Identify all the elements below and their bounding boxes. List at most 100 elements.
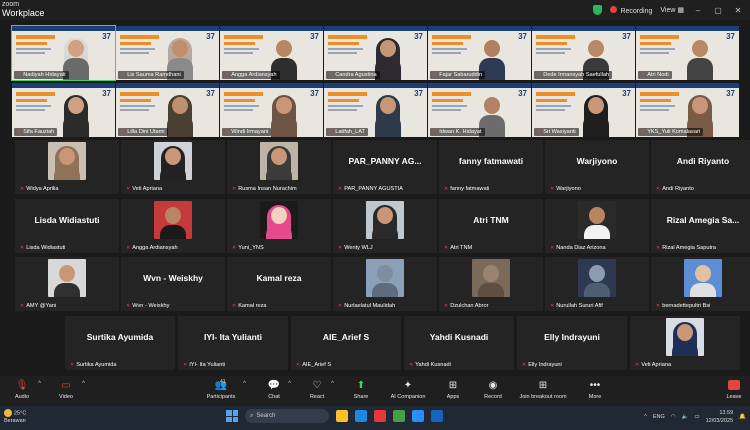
participant-tile[interactable]: 37 ✕ Lis Sauma Ramdhani: [116, 26, 219, 80]
participant-tile[interactable]: 37 ✕ Sri Wasiyanti: [532, 83, 635, 137]
participant-name-label: ✕ Wenty WLJ: [335, 244, 376, 252]
participant-tile[interactable]: Yahdi Kusnadi ✕ Yahdi Kusnadi: [404, 316, 514, 370]
apps-button[interactable]: ⊞ Apps: [443, 378, 463, 404]
participant-tile[interactable]: Atri TNM ✕ Atri TNM: [439, 199, 543, 253]
participant-tile[interactable]: Wvn - Weiskhy ✕ Wvn - Weiskhy: [121, 257, 225, 311]
apps-icon: ⊞: [448, 380, 458, 391]
participant-tile[interactable]: 37 ✕ Idwan K. Hidayat: [428, 83, 531, 137]
chevron-up-icon[interactable]: ^: [38, 381, 41, 387]
participant-tile[interactable]: Warjiyono ✕ Warjiyono: [545, 140, 649, 194]
participant-tile[interactable]: 37 ✕ Lilla Dini Utami: [116, 83, 219, 137]
mic-muted-icon: ✕: [522, 362, 527, 368]
language-indicator[interactable]: ENG: [653, 414, 665, 420]
minimize-icon[interactable]: –: [692, 6, 704, 15]
participant-avatar: [160, 207, 186, 239]
participant-tile[interactable]: ✕ Nurlaelatul Maulidah: [333, 257, 437, 311]
participant-tile[interactable]: ✕ Nurullah Sururi Afif: [545, 257, 649, 311]
chevron-up-icon[interactable]: ^: [243, 381, 246, 387]
chevron-up-icon[interactable]: ^: [288, 381, 291, 387]
chevron-up-icon[interactable]: ^: [82, 381, 85, 387]
participant-tile[interactable]: Rizal Amegia Sa... ✕ Rizal Amegia Saputra: [651, 199, 750, 253]
chat-button[interactable]: 💬 Chat ^: [264, 378, 291, 404]
participant-head: [695, 265, 711, 282]
app-icon[interactable]: [374, 410, 386, 422]
participant-tile[interactable]: ✕ Wenty WLJ: [333, 199, 437, 253]
weather-icon: [4, 409, 12, 417]
participant-tile[interactable]: 37 ✕ Nadiyah Hidayati: [11, 25, 116, 81]
participant-tile[interactable]: 37 ✕ Angga Ardiansyah: [220, 26, 323, 80]
chevron-up-icon[interactable]: ^: [644, 414, 647, 420]
battery-icon[interactable]: ▭: [694, 414, 699, 420]
taskbar-search[interactable]: ⌕ Search: [245, 409, 329, 423]
participant-tile[interactable]: ✕ Nanda Diaz Arizona: [545, 199, 649, 253]
participant-display-name: Yahdi Kusnadi: [429, 332, 489, 342]
participant-tile[interactable]: Surtika Ayumida ✕ Surtika Ayumida: [65, 316, 175, 370]
participant-tile[interactable]: ✕ Widya Aprilia: [15, 140, 119, 194]
participant-tile[interactable]: fanny fatmawati ✕ fanny fatmawati: [439, 140, 543, 194]
slide-txt2: [16, 109, 45, 111]
record-button[interactable]: ◉ Record: [482, 378, 504, 404]
participant-tile[interactable]: 37 ✕ Latifah_LAT: [324, 83, 427, 137]
slide-orange: [640, 35, 680, 39]
more-button[interactable]: ••• More: [585, 378, 605, 404]
windows-start-icon[interactable]: [226, 410, 238, 422]
participant-tile[interactable]: ✕ bernadettepultri Bsi: [651, 257, 750, 311]
participant-tile[interactable]: 37 ✕ Fajar Sabaruddin: [428, 26, 531, 80]
participant-tile[interactable]: ✕ Veti Apriana: [121, 140, 225, 194]
participant-tile[interactable]: ✕ AMY @Yani: [15, 257, 119, 311]
participant-tile[interactable]: ✕ Dzulchan Abror: [439, 257, 543, 311]
shield-icon[interactable]: [593, 5, 603, 15]
zoom-icon[interactable]: [412, 410, 424, 422]
participant-tile[interactable]: Andi Riyanto ✕ Andi Riyanto: [651, 140, 750, 194]
record-icon: ◉: [488, 380, 498, 391]
weather-temp: 25°C: [14, 410, 27, 417]
edge-icon[interactable]: [355, 410, 367, 422]
mic-muted-icon: ✕: [17, 129, 22, 135]
file-explorer-icon[interactable]: [336, 410, 348, 422]
wifi-icon[interactable]: ◠: [671, 414, 676, 420]
participant-tile[interactable]: PAR_PANNY AG... ✕ PAR_PANNY AGUSTIA: [333, 140, 437, 194]
slide-txt: [640, 105, 676, 107]
chevron-up-icon[interactable]: ^: [331, 381, 334, 387]
participant-tile[interactable]: 37 ✕ Sifa Fauziah: [12, 83, 115, 137]
participant-tile[interactable]: Lisda Widiastuti ✕ Lisda Widiastuti: [15, 199, 119, 253]
ai-companion-button[interactable]: ✦ AI Companion: [388, 378, 428, 404]
participant-name: Atri TNM: [450, 245, 473, 251]
audio-button[interactable]: 🎙 Audio ^: [10, 378, 41, 404]
participant-tile[interactable]: 37 ✕ Candra Agustina: [324, 26, 427, 80]
video-button[interactable]: ▭ Video ^: [54, 378, 85, 404]
participant-tile[interactable]: 37 ✕ YKS_Yuli Komalasari: [636, 83, 739, 137]
slide-badge: 37: [622, 89, 631, 98]
participant-tile[interactable]: 37 ✕ Dede Irmansyah Saefullah: [532, 26, 635, 80]
participant-tile[interactable]: ✕ Veti Apriana: [630, 316, 740, 370]
breakout-room-button[interactable]: ⊞ Join breakout room: [515, 378, 571, 404]
participant-tile[interactable]: AIE_Arief S ✕ AIE_Arief S: [291, 316, 401, 370]
weather-widget[interactable]: 25°C Berawan: [4, 409, 26, 425]
recording-indicator[interactable]: Recording: [610, 5, 652, 15]
participant-tile[interactable]: Elly Indrayuni ✕ Elly Indrayuni: [517, 316, 627, 370]
slide-badge: 37: [206, 32, 215, 41]
participant-tile[interactable]: 37 ✕ Windi Irmayani: [220, 83, 323, 137]
participant-tile[interactable]: ✕ Angga Ardiansyah: [121, 199, 225, 253]
participant-tile[interactable]: ✕ Rusma Insan Nurachim: [227, 140, 331, 194]
participant-tile[interactable]: Kamal reza ✕ Kamal reza: [227, 257, 331, 311]
view-button[interactable]: View ▦: [660, 6, 684, 14]
slide-bar: [636, 83, 739, 88]
volume-icon[interactable]: 🔈: [682, 414, 689, 420]
participant-tile[interactable]: ✕ Yuni_YNS: [227, 199, 331, 253]
chrome-icon[interactable]: [393, 410, 405, 422]
participant-tile[interactable]: 37 ✕ Atri Nodi: [636, 26, 739, 80]
notification-icon[interactable]: 🔔: [739, 414, 746, 420]
participant-tile[interactable]: IYI- Ita Yulianti ✕ IYI- Ita Yulianti: [178, 316, 288, 370]
close-icon[interactable]: ✕: [732, 6, 744, 15]
react-button[interactable]: ♡ React ^: [307, 378, 334, 404]
ai-companion-label: AI Companion: [390, 394, 426, 400]
clock[interactable]: 13.59 12/03/2025: [706, 409, 734, 425]
slide-txt: [432, 48, 468, 50]
word-icon[interactable]: [431, 410, 443, 422]
maximize-icon[interactable]: ▢: [712, 6, 724, 15]
participants-button[interactable]: 👥 41 Participants ^: [203, 378, 246, 404]
share-button[interactable]: ⬆ Share: [351, 378, 371, 404]
participant-name-label: ✕ bernadettepultri Bsi: [653, 302, 713, 310]
leave-button[interactable]: Leave: [724, 378, 744, 404]
